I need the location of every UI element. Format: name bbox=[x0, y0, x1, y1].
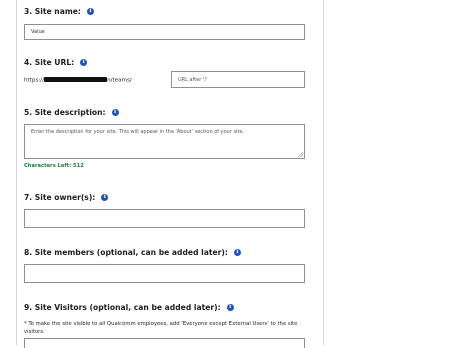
resize-handle-icon[interactable] bbox=[298, 152, 303, 157]
site-url-prefix: https://n/teams/ bbox=[24, 77, 132, 84]
site-description-label: 5. Site description: i bbox=[24, 108, 119, 117]
info-icon[interactable]: i bbox=[101, 194, 109, 201]
site-url-label: 4. Site URL: i bbox=[24, 58, 88, 67]
site-owners-label: 7. Site owner(s): i bbox=[24, 193, 109, 202]
site-description-textarea[interactable]: Enter the description for your site. Thi… bbox=[24, 124, 305, 159]
site-name-label: 3. Site name: i bbox=[24, 7, 94, 16]
info-icon[interactable]: i bbox=[226, 304, 234, 311]
info-icon[interactable]: i bbox=[233, 249, 241, 256]
info-icon[interactable]: i bbox=[111, 109, 119, 116]
site-visitors-input[interactable] bbox=[24, 338, 305, 348]
form-panel bbox=[16, 0, 324, 345]
characters-left-counter: Characters Left: 512 bbox=[24, 163, 84, 169]
site-members-label: 8. Site members (optional, can be added … bbox=[24, 248, 241, 257]
info-icon[interactable]: i bbox=[80, 59, 88, 66]
redaction-mark bbox=[44, 77, 108, 82]
site-url-input[interactable]: URL after '/' bbox=[171, 71, 305, 88]
info-icon[interactable]: i bbox=[86, 8, 94, 15]
site-owners-input[interactable] bbox=[24, 209, 305, 228]
site-visitors-label: 9. Site Visitors (optional, can be added… bbox=[24, 303, 234, 312]
site-members-input[interactable] bbox=[24, 264, 305, 283]
site-name-input[interactable]: Value bbox=[24, 24, 305, 40]
site-visitors-note: * To make the site visible to all Qualco… bbox=[24, 321, 298, 335]
